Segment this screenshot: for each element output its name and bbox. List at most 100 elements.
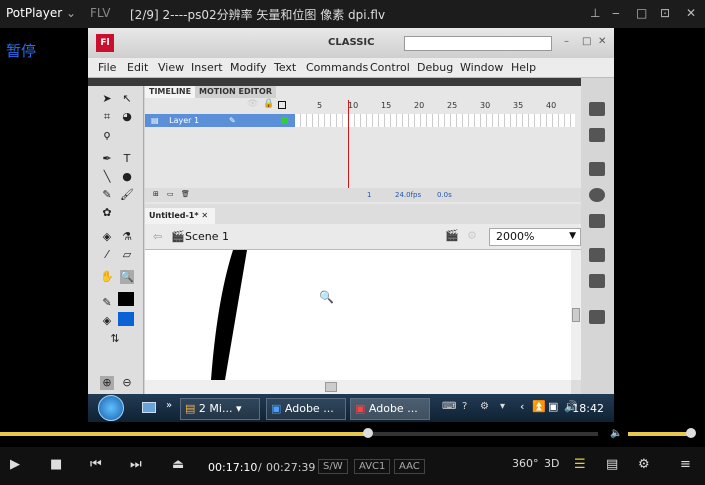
swap-colors-icon[interactable]: ⇅ <box>108 332 122 346</box>
layer-color-icon[interactable] <box>281 117 288 124</box>
app-name[interactable]: PotPlayer <box>6 6 62 20</box>
properties-icon[interactable] <box>589 310 605 324</box>
flash-close-icon[interactable]: ✕ <box>598 36 606 47</box>
layer-name[interactable]: Layer 1 <box>169 116 199 125</box>
help-icon[interactable]: ? <box>462 401 467 412</box>
menu-control[interactable]: Control <box>370 61 410 74</box>
chapters-icon[interactable]: ▤ <box>606 457 618 472</box>
stop-icon[interactable]: ■ <box>50 457 62 472</box>
zoom-out-option-icon[interactable]: ⊖ <box>120 376 134 390</box>
layer-row[interactable]: ▤ Layer 1 ✎ <box>145 114 295 127</box>
pen-tool-icon[interactable]: ✒ <box>100 152 114 166</box>
3d-rotation-icon[interactable]: ◕ <box>120 110 134 124</box>
info-icon[interactable] <box>589 188 605 202</box>
settings-icon[interactable]: ⚙ <box>480 401 489 412</box>
renderer-badge[interactable]: S/W <box>318 459 348 474</box>
tray-chevron-icon[interactable]: ▾ <box>500 401 505 412</box>
seek-handle[interactable] <box>362 428 373 438</box>
fullscreen-icon[interactable]: ⊡ <box>660 6 670 20</box>
color-panel-icon[interactable] <box>589 102 605 116</box>
taskbar-task-photoshop[interactable]: ▣ Adobe ... <box>266 398 346 420</box>
swatches-icon[interactable] <box>589 128 605 142</box>
volume-icon[interactable]: 🔈 <box>610 428 622 439</box>
show-desktop-icon[interactable] <box>142 402 156 413</box>
previous-icon[interactable]: ⏮ <box>90 457 102 472</box>
panel-collapse-bar[interactable] <box>88 78 614 86</box>
edit-scene-icon[interactable]: 🎬 <box>445 229 459 242</box>
taskbar-clock[interactable]: 18:42 <box>572 402 604 415</box>
deco-tool-icon[interactable]: ✿ <box>100 206 114 220</box>
app-menu-chevron-icon[interactable]: ⌄ <box>66 6 76 20</box>
network-icon[interactable]: ▣ <box>548 400 558 413</box>
text-tool-icon[interactable]: T <box>120 152 134 166</box>
delete-layer-icon[interactable]: 🗑 <box>181 190 190 198</box>
360-toggle[interactable]: 360° <box>512 457 539 470</box>
help-search-input[interactable] <box>404 36 552 51</box>
keyboard-icon[interactable]: ⌨ <box>442 401 456 412</box>
tray-expand-icon[interactable]: ‹ <box>520 400 524 413</box>
document-tab[interactable]: Untitled-1* ✕ <box>145 208 215 224</box>
fill-color-swatch[interactable] <box>118 312 134 326</box>
tab-timeline[interactable]: TIMELINE <box>145 86 196 98</box>
menu-view[interactable]: View <box>158 61 184 74</box>
eject-icon[interactable]: ⏏ <box>172 457 184 472</box>
taskbar-task-folder[interactable]: ▤ 2 Mi... ▾ <box>180 398 260 420</box>
close-doc-icon[interactable]: ✕ <box>201 211 208 220</box>
horizontal-scrollbar[interactable] <box>145 380 571 394</box>
new-folder-icon[interactable]: ▭ <box>167 190 174 198</box>
flash-maximize-icon[interactable]: □ <box>582 36 591 47</box>
play-icon[interactable]: ▶ <box>10 457 20 472</box>
subselection-tool-icon[interactable]: ↖ <box>120 92 134 106</box>
edit-symbols-icon[interactable]: ⚙ <box>467 229 477 242</box>
selection-tool-icon[interactable]: ➤ <box>100 92 114 106</box>
zoom-in-option-icon[interactable]: ⊕ <box>100 376 114 390</box>
next-icon[interactable]: ⏭ <box>130 457 142 472</box>
menu-window[interactable]: Window <box>460 61 503 74</box>
tray-app-icon[interactable]: ⏫ <box>532 400 546 413</box>
playhead[interactable] <box>348 100 349 200</box>
free-transform-icon[interactable]: ⌗ <box>100 110 114 124</box>
back-arrow-icon[interactable]: ⇦ <box>153 230 162 243</box>
maximize-icon[interactable]: □ <box>636 6 647 20</box>
quick-launch-more-icon[interactable]: » <box>166 400 172 411</box>
menu-text[interactable]: Text <box>274 61 296 74</box>
menu-debug[interactable]: Debug <box>417 61 453 74</box>
brush-tool-icon[interactable]: 🖌 <box>120 188 134 202</box>
menu-file[interactable]: File <box>98 61 116 74</box>
start-button[interactable] <box>98 395 124 421</box>
menu-icon[interactable]: ≡ <box>680 457 691 472</box>
transform-icon[interactable] <box>589 214 605 228</box>
settings-gear-icon[interactable]: ⚙ <box>638 457 650 472</box>
tab-motion-editor[interactable]: MOTION EDITOR <box>195 86 276 98</box>
scene-label[interactable]: Scene 1 <box>185 230 229 243</box>
volume-handle[interactable] <box>686 428 696 438</box>
library-icon[interactable] <box>589 274 605 288</box>
pin-icon[interactable]: ⊥ <box>590 6 600 20</box>
flash-minimize-icon[interactable]: – <box>564 36 569 47</box>
playlist-search-icon[interactable]: ☰ <box>574 457 586 472</box>
menu-modify[interactable]: Modify <box>230 61 266 74</box>
components-icon[interactable] <box>589 248 605 262</box>
vertical-scrollbar[interactable] <box>571 250 581 380</box>
menu-help[interactable]: Help <box>511 61 536 74</box>
lasso-tool-icon[interactable]: ϙ <box>100 128 114 142</box>
align-icon[interactable] <box>589 162 605 176</box>
lock-icon[interactable]: 🔒 <box>263 99 274 109</box>
close-icon[interactable]: ✕ <box>686 6 696 20</box>
3d-toggle[interactable]: 3D <box>544 457 559 470</box>
outline-icon[interactable] <box>278 101 286 109</box>
volume-bar[interactable] <box>628 432 694 436</box>
minimize-icon[interactable]: ‒ <box>612 6 620 20</box>
ink-bottle-icon[interactable]: ⚗ <box>120 230 134 244</box>
stroke-color-swatch[interactable] <box>118 292 134 306</box>
menu-edit[interactable]: Edit <box>127 61 148 74</box>
zoom-select[interactable]: 2000% ▼ <box>489 228 581 246</box>
menu-insert[interactable]: Insert <box>191 61 223 74</box>
taskbar-task-flash[interactable]: ▣ Adobe ... <box>350 398 430 420</box>
video-codec-badge[interactable]: AVC1 <box>354 459 391 474</box>
eraser-icon[interactable]: ▱ <box>120 248 134 262</box>
menu-commands[interactable]: Commands <box>306 61 368 74</box>
oval-tool-icon[interactable]: ● <box>120 170 134 184</box>
line-tool-icon[interactable]: ╲ <box>100 170 114 184</box>
audio-codec-badge[interactable]: AAC <box>394 459 425 474</box>
